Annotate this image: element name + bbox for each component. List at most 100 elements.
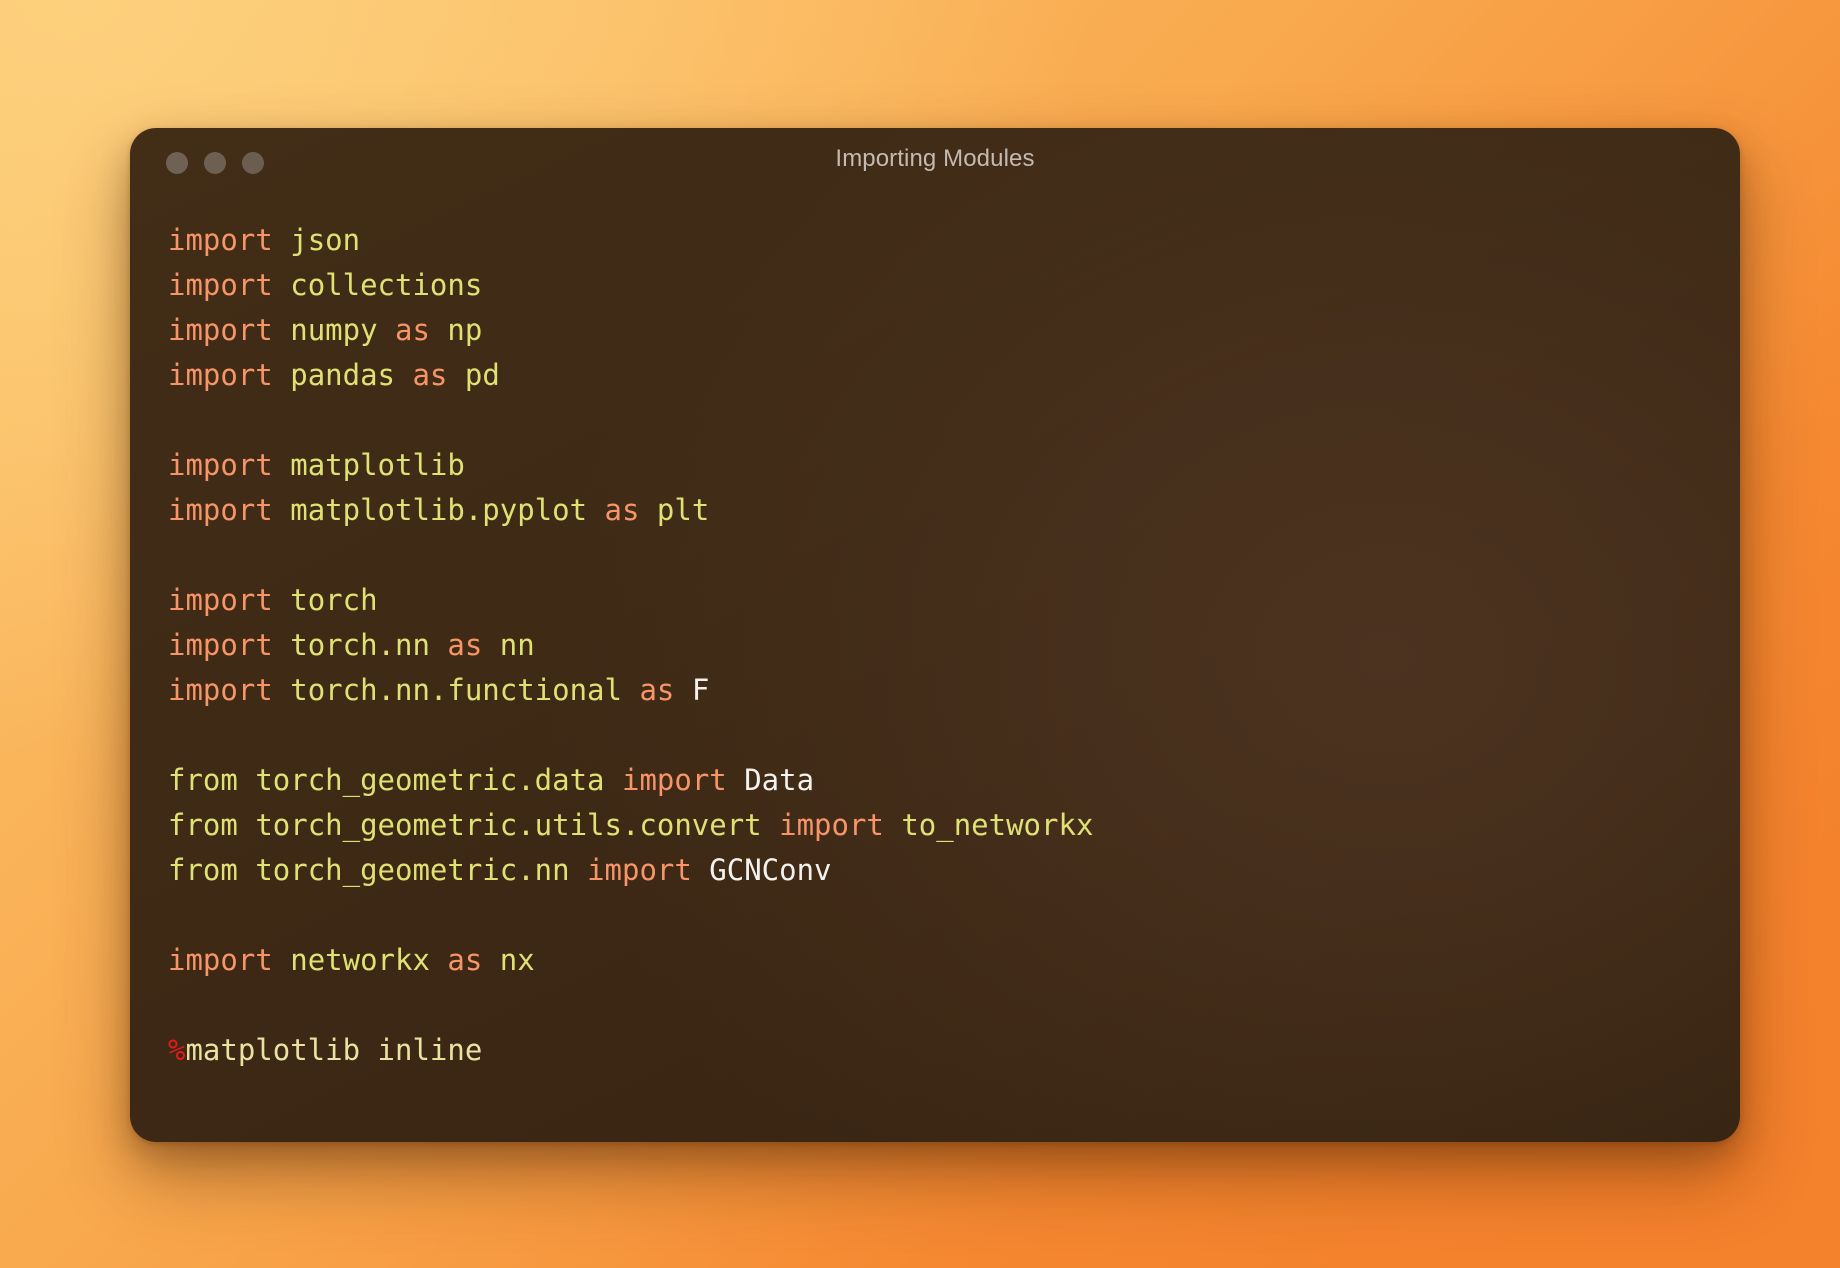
code-token: import: [168, 673, 273, 707]
code-token: as: [447, 943, 483, 977]
code-line: import torch: [168, 578, 1740, 623]
code-line: from torch_geometric.utils.convert impor…: [168, 803, 1740, 848]
code-token: torch: [290, 583, 378, 617]
code-line: import json: [168, 218, 1740, 263]
code-token: torch_geometric.utils.convert: [255, 808, 762, 842]
code-token: to_networkx: [901, 808, 1094, 842]
code-token: matplotlib: [290, 448, 465, 482]
code-token: as: [395, 313, 430, 347]
code-token: %: [168, 1033, 186, 1067]
code-line: import torch.nn.functional as F: [168, 668, 1740, 713]
code-token: import: [621, 763, 727, 797]
code-line: import matplotlib: [168, 443, 1740, 488]
code-token: plt: [656, 493, 710, 527]
code-token: torch_geometric.data: [255, 763, 605, 797]
code-line: from torch_geometric.data import Data: [168, 758, 1740, 803]
code-token: np: [447, 313, 483, 347]
code-line: %matplotlib inline: [168, 1028, 1740, 1073]
code-token: nx: [499, 943, 535, 977]
code-token: networkx: [290, 943, 430, 977]
code-line: import networkx as nx: [168, 938, 1740, 983]
code-token: nn: [499, 628, 535, 662]
code-token: numpy: [290, 313, 378, 347]
code-token: import: [587, 853, 692, 887]
code-token: from: [168, 763, 238, 797]
code-line: import pandas as pd: [168, 353, 1740, 398]
code-token: import: [168, 268, 273, 302]
code-token: F: [691, 673, 710, 707]
code-token: from: [168, 853, 238, 887]
code-token: as: [412, 358, 448, 392]
code-token: torch.nn.functional: [290, 673, 622, 707]
code-token: import: [168, 223, 273, 257]
code-token: import: [168, 583, 273, 617]
window-title-bar: Importing Modules: [130, 128, 1740, 198]
code-line: import torch.nn as nn: [168, 623, 1740, 668]
code-token: import: [168, 358, 273, 392]
code-token: as: [604, 493, 640, 527]
code-block: import json import collections import nump…: [130, 198, 1740, 1073]
code-token: import: [779, 808, 884, 842]
code-line: import matplotlib.pyplot as plt: [168, 488, 1740, 533]
code-token: pd: [464, 358, 500, 392]
code-line: import collections: [168, 263, 1740, 308]
code-token: as: [639, 673, 675, 707]
code-token: Data: [744, 763, 815, 797]
code-line: import numpy as np: [168, 308, 1740, 353]
code-token: import: [168, 448, 273, 482]
code-token: json: [290, 223, 361, 257]
code-token: from: [168, 808, 238, 842]
code-token: import: [168, 943, 273, 977]
code-token: matplotlib.pyplot: [290, 493, 588, 527]
code-token: collections: [290, 268, 483, 302]
code-token: import: [168, 628, 273, 662]
code-token: GCNConv: [709, 853, 832, 887]
code-token: matplotlib inline: [185, 1033, 483, 1067]
code-token: import: [168, 313, 273, 347]
code-line: from torch_geometric.nn import GCNConv: [168, 848, 1740, 893]
window-title: Importing Modules: [835, 145, 1035, 172]
code-token: pandas: [290, 358, 395, 392]
code-token: import: [168, 493, 273, 527]
code-token: as: [447, 628, 483, 662]
code-token: torch.nn: [290, 628, 430, 662]
code-token: torch_geometric.nn: [255, 853, 570, 887]
code-window: Importing Modules import json import coll…: [130, 128, 1740, 1142]
